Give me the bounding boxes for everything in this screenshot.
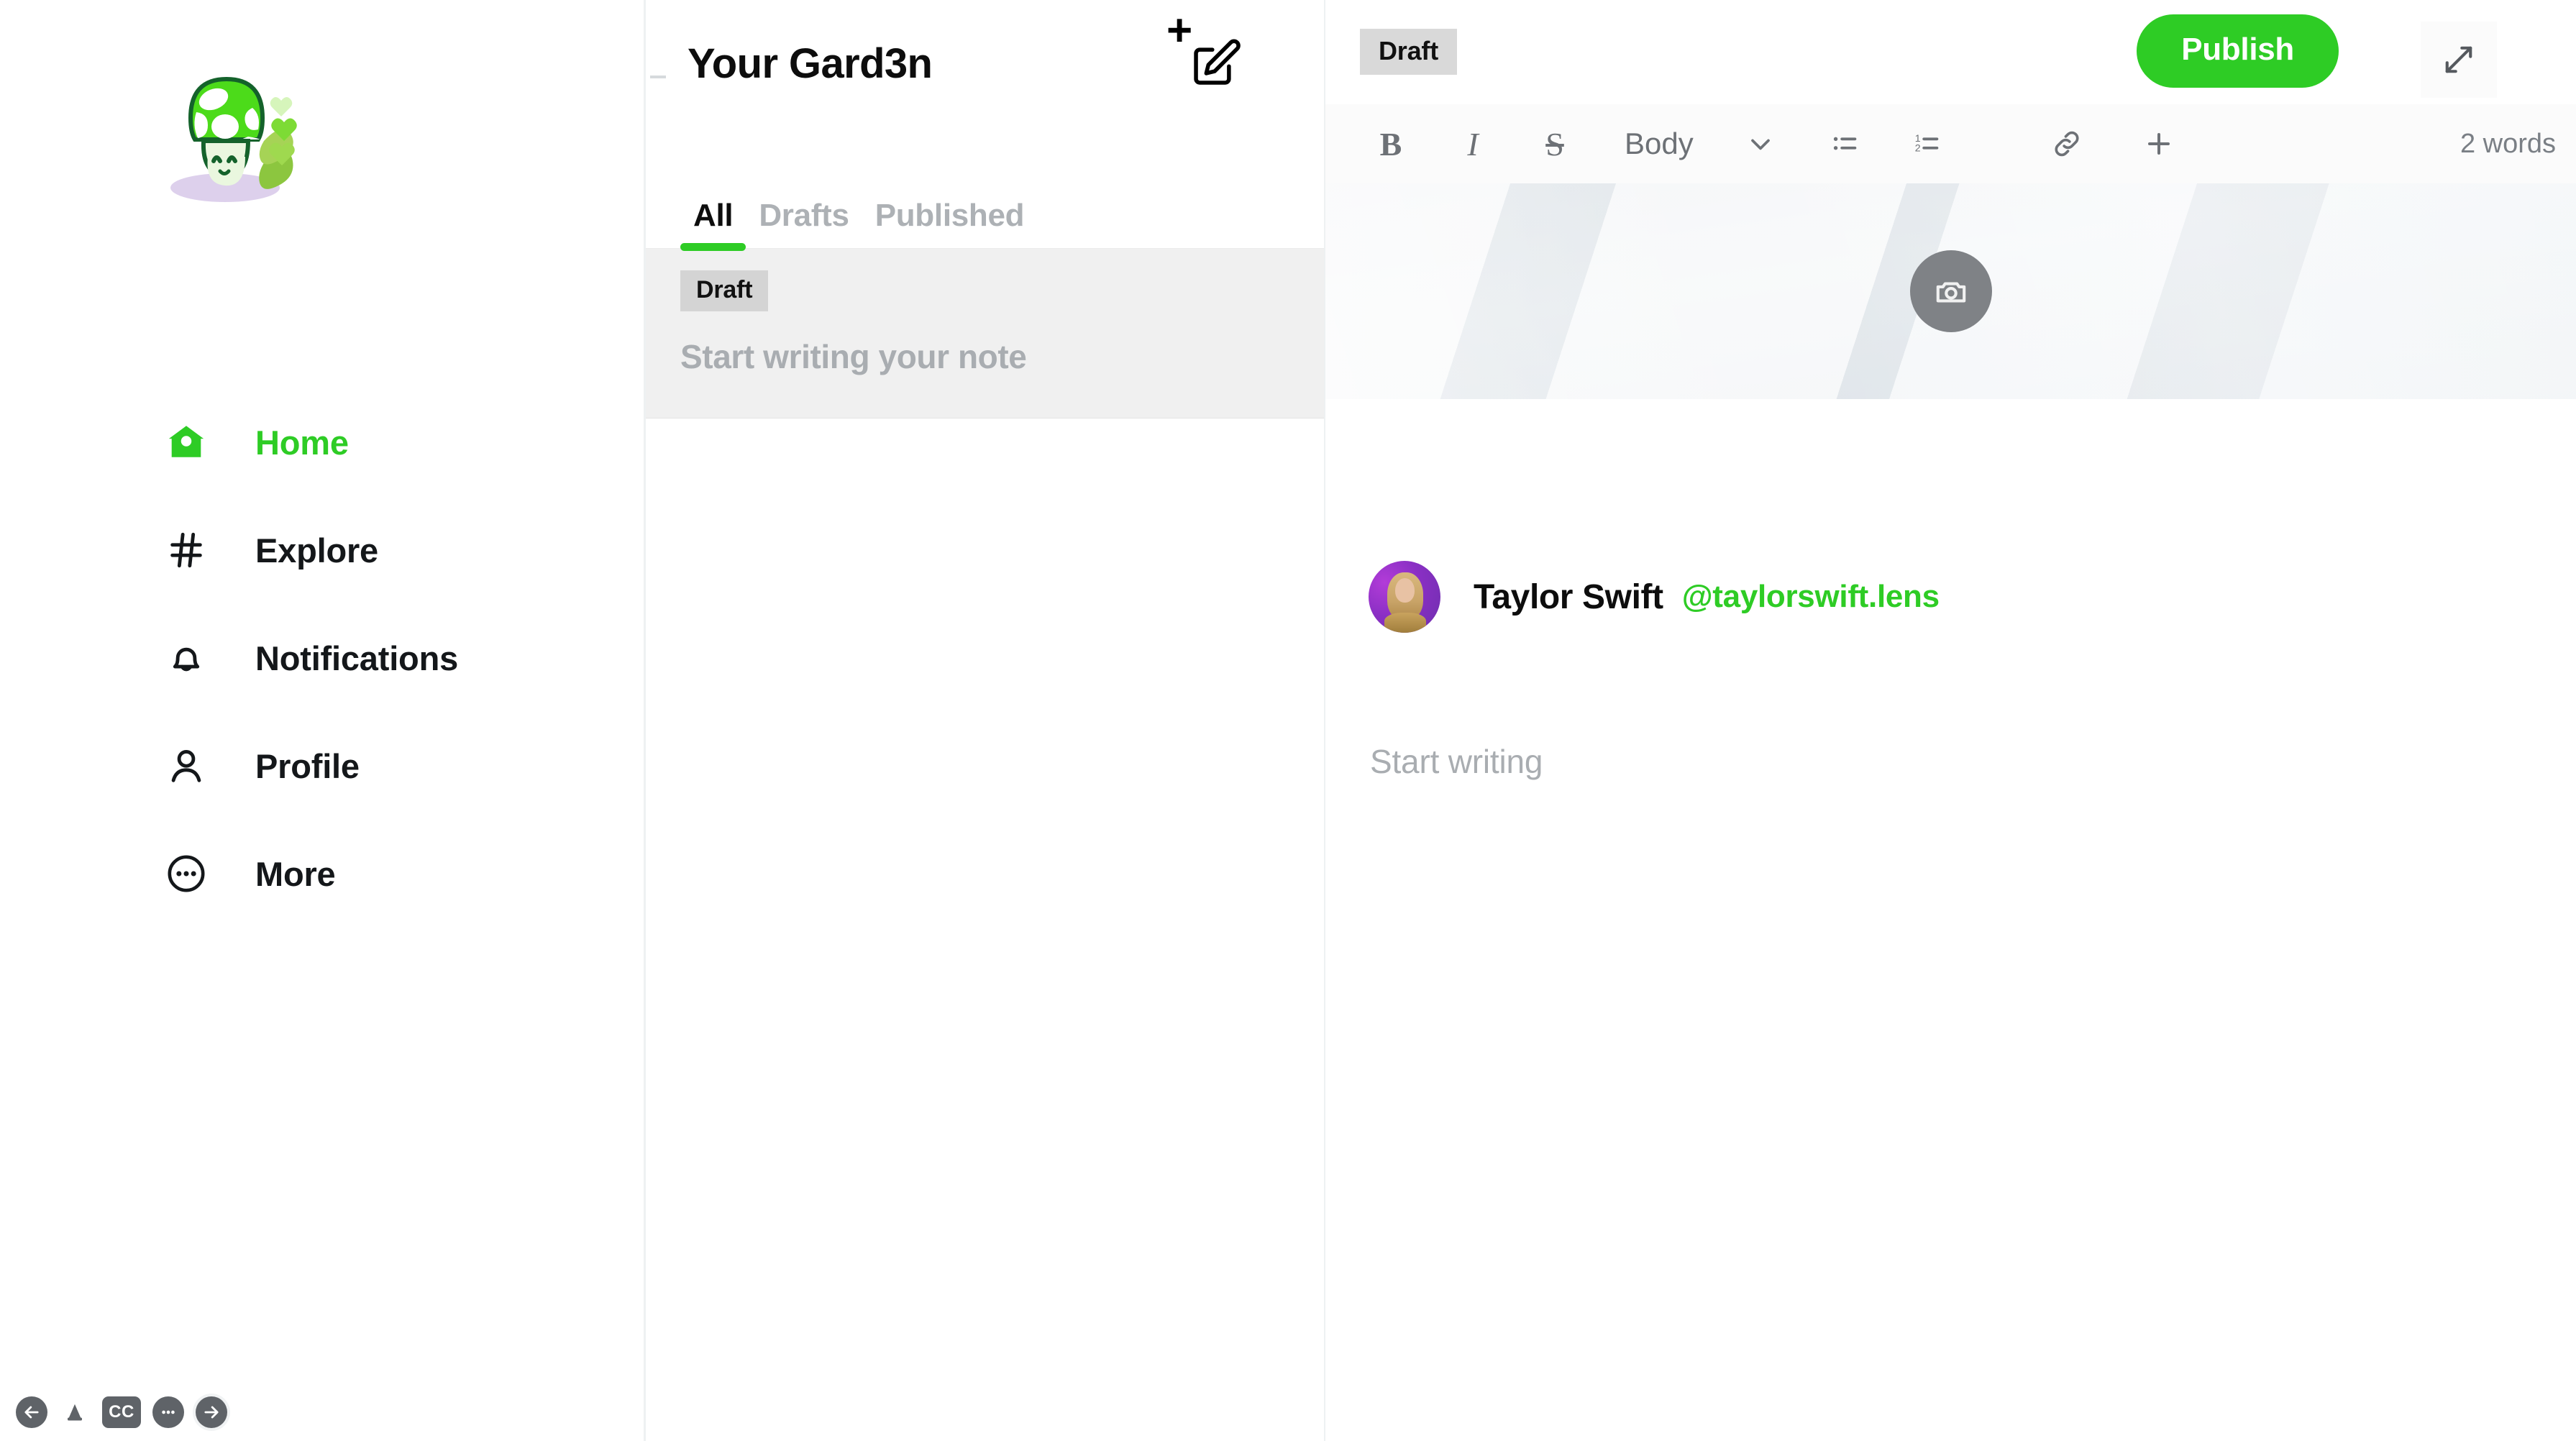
person-icon — [164, 744, 209, 788]
page-title: Your Gard3n — [688, 40, 933, 87]
tab-published[interactable]: Published — [862, 183, 1038, 248]
link-icon[interactable] — [2045, 104, 2089, 183]
browser-bottom-bar: CC — [16, 1396, 227, 1428]
sidebar-item-notifications[interactable]: Notifications — [0, 604, 644, 712]
avatar[interactable] — [1369, 561, 1440, 633]
sidebar-item-label: Profile — [255, 746, 360, 785]
bullet-list-icon[interactable] — [1823, 104, 1868, 183]
author-name: Taylor Swift — [1474, 577, 1663, 616]
cover-image[interactable] — [1325, 183, 2576, 399]
ellipsis-icon[interactable] — [152, 1396, 184, 1428]
collapse-dash — [650, 76, 666, 78]
expand-diagonal-icon[interactable] — [2421, 22, 2497, 98]
sidebar-item-explore[interactable]: Explore — [0, 496, 644, 604]
sidebar-item-label: Explore — [255, 531, 378, 569]
forward-arrow-icon[interactable] — [196, 1396, 227, 1428]
tab-drafts[interactable]: Drafts — [746, 183, 862, 248]
notes-column: Your Gard3n + All Drafts Published Draft… — [646, 0, 1325, 1441]
publish-button[interactable]: Publish — [2137, 14, 2339, 88]
avatar-face — [1395, 578, 1415, 603]
editor-body-input[interactable]: Start writing — [1325, 742, 2576, 781]
cone-icon[interactable] — [59, 1396, 91, 1428]
note-preview-text: Start writing your note — [680, 338, 1027, 375]
cc-label: CC — [109, 1402, 134, 1422]
bell-icon — [164, 636, 209, 680]
sidebar-item-more[interactable]: More — [0, 820, 644, 928]
tab-label: Published — [874, 198, 1025, 233]
block-style-select[interactable]: Body — [1625, 104, 1694, 183]
sidebar-item-label: More — [255, 854, 336, 893]
bold-button[interactable]: B — [1369, 104, 1413, 183]
sidebar-item-label: Home — [255, 423, 349, 462]
italic-button[interactable]: I — [1451, 104, 1495, 183]
sidebar-item-profile[interactable]: Profile — [0, 712, 644, 820]
ellipsis-circle-icon — [164, 851, 209, 896]
back-arrow-icon[interactable] — [16, 1396, 47, 1428]
chevron-down-icon[interactable] — [1738, 104, 1783, 183]
compose-note-button[interactable]: + — [1166, 9, 1257, 95]
author-row: Taylor Swift @taylorswift.lens — [1325, 561, 2576, 633]
avatar-body — [1384, 613, 1426, 633]
notes-tabs: All Drafts Published — [646, 183, 1324, 251]
home-icon — [164, 420, 209, 465]
closed-captions-icon[interactable]: CC — [102, 1396, 141, 1428]
strikethrough-button[interactable]: S — [1533, 104, 1577, 183]
list-item[interactable]: Draft Start writing your note — [646, 249, 1324, 418]
notes-list: Draft Start writing your note — [646, 248, 1324, 418]
editor-toolbar: B I S Body 1 2 2 words — [1325, 104, 2576, 183]
left-sidebar: Home Explore Notifications Profile More … — [0, 0, 646, 1441]
status-badge: Draft — [680, 270, 769, 311]
svg-text:2: 2 — [1914, 143, 1920, 155]
numbered-list-icon[interactable]: 1 2 — [1905, 104, 1950, 183]
tab-all[interactable]: All — [680, 183, 746, 251]
status-badge: Draft — [1360, 29, 1458, 75]
sidebar-nav: Home Explore Notifications Profile More — [0, 388, 644, 928]
hashtag-icon — [164, 528, 209, 572]
app-logo[interactable] — [147, 56, 320, 221]
tab-label: Drafts — [759, 198, 849, 233]
add-block-plus-icon[interactable] — [2137, 104, 2181, 183]
editor-topbar: Draft Publish — [1325, 0, 2576, 104]
tab-label: All — [693, 198, 734, 233]
sidebar-item-label: Notifications — [255, 639, 459, 677]
note-editor-panel: Draft Publish B I S Body 1 2 2 words Tay… — [1325, 0, 2576, 1441]
word-count: 2 words — [2459, 128, 2556, 159]
notes-header: Your Gard3n + — [646, 0, 1324, 183]
app-root: Home Explore Notifications Profile More … — [0, 0, 2576, 1441]
author-handle: @taylorswift.lens — [1681, 579, 1940, 614]
sidebar-item-home[interactable]: Home — [0, 388, 644, 496]
camera-icon[interactable] — [1909, 250, 1992, 332]
compose-pencil-icon — [1188, 35, 1244, 94]
